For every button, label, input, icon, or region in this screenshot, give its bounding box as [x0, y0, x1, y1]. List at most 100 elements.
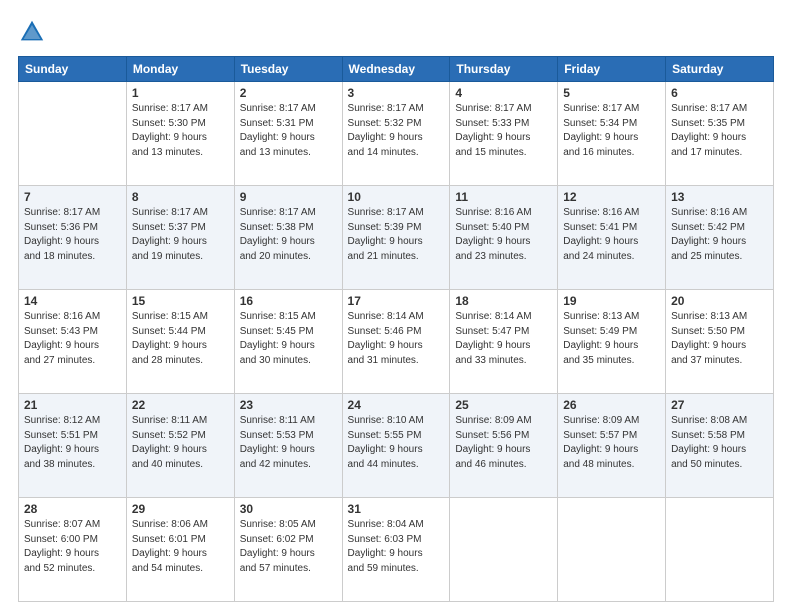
day-info: Sunrise: 8:09 AMSunset: 5:56 PMDaylight:… — [455, 414, 552, 472]
day-info: Sunrise: 8:05 AMSunset: 6:02 PMDaylight:… — [240, 518, 337, 576]
day-info: Sunrise: 8:17 AMSunset: 5:36 PMDaylight:… — [24, 206, 121, 264]
day-number: 13 — [671, 190, 768, 204]
day-info: Sunrise: 8:11 AMSunset: 5:52 PMDaylight:… — [132, 414, 229, 472]
day-number: 22 — [132, 398, 229, 412]
day-info: Sunrise: 8:08 AMSunset: 5:58 PMDaylight:… — [671, 414, 768, 472]
logo — [18, 18, 50, 46]
day-number: 21 — [24, 398, 121, 412]
calendar-cell: 17 Sunrise: 8:14 AMSunset: 5:46 PMDayligh… — [342, 290, 450, 394]
calendar-cell: 28 Sunrise: 8:07 AMSunset: 6:00 PMDayligh… — [19, 498, 127, 602]
day-number: 9 — [240, 190, 337, 204]
calendar-cell: 21 Sunrise: 8:12 AMSunset: 5:51 PMDayligh… — [19, 394, 127, 498]
calendar-cell: 5 Sunrise: 8:17 AMSunset: 5:34 PMDaylight… — [558, 82, 666, 186]
day-header-friday: Friday — [558, 57, 666, 82]
calendar-cell: 13 Sunrise: 8:16 AMSunset: 5:42 PMDayligh… — [666, 186, 774, 290]
day-info: Sunrise: 8:12 AMSunset: 5:51 PMDaylight:… — [24, 414, 121, 472]
day-number: 15 — [132, 294, 229, 308]
day-info: Sunrise: 8:17 AMSunset: 5:33 PMDaylight:… — [455, 102, 552, 160]
week-row-4: 21 Sunrise: 8:12 AMSunset: 5:51 PMDayligh… — [19, 394, 774, 498]
day-info: Sunrise: 8:14 AMSunset: 5:47 PMDaylight:… — [455, 310, 552, 368]
day-number: 3 — [348, 86, 445, 100]
calendar-cell: 3 Sunrise: 8:17 AMSunset: 5:32 PMDaylight… — [342, 82, 450, 186]
day-info: Sunrise: 8:06 AMSunset: 6:01 PMDaylight:… — [132, 518, 229, 576]
day-number: 31 — [348, 502, 445, 516]
calendar-cell: 25 Sunrise: 8:09 AMSunset: 5:56 PMDayligh… — [450, 394, 558, 498]
day-number: 30 — [240, 502, 337, 516]
week-row-5: 28 Sunrise: 8:07 AMSunset: 6:00 PMDayligh… — [19, 498, 774, 602]
day-number: 12 — [563, 190, 660, 204]
day-header-saturday: Saturday — [666, 57, 774, 82]
calendar-cell: 19Sunrise: 8:13 AMSunset: 5:49 PMDayligh… — [558, 290, 666, 394]
calendar-cell: 26 Sunrise: 8:09 AMSunset: 5:57 PMDayligh… — [558, 394, 666, 498]
calendar-cell: 11Sunrise: 8:16 AMSunset: 5:40 PMDayligh… — [450, 186, 558, 290]
day-header-sunday: Sunday — [19, 57, 127, 82]
day-info: Sunrise: 8:11 AMSunset: 5:53 PMDaylight:… — [240, 414, 337, 472]
day-info: Sunrise: 8:17 AMSunset: 5:37 PMDaylight:… — [132, 206, 229, 264]
day-info: Sunrise: 8:10 AMSunset: 5:55 PMDaylight:… — [348, 414, 445, 472]
day-info: Sunrise: 8:15 AMSunset: 5:45 PMDaylight:… — [240, 310, 337, 368]
week-row-1: 1 Sunrise: 8:17 AMSunset: 5:30 PMDaylight… — [19, 82, 774, 186]
day-number: 20 — [671, 294, 768, 308]
calendar-cell: 20 Sunrise: 8:13 AMSunset: 5:50 PMDayligh… — [666, 290, 774, 394]
header — [18, 18, 774, 46]
day-number: 11 — [455, 190, 552, 204]
day-number: 1 — [132, 86, 229, 100]
day-info: Sunrise: 8:17 AMSunset: 5:30 PMDaylight:… — [132, 102, 229, 160]
day-header-wednesday: Wednesday — [342, 57, 450, 82]
day-number: 4 — [455, 86, 552, 100]
calendar-cell: 30 Sunrise: 8:05 AMSunset: 6:02 PMDayligh… — [234, 498, 342, 602]
calendar-cell: 31 Sunrise: 8:04 AMSunset: 6:03 PMDayligh… — [342, 498, 450, 602]
calendar-cell: 22 Sunrise: 8:11 AMSunset: 5:52 PMDayligh… — [126, 394, 234, 498]
calendar-cell: 14Sunrise: 8:16 AMSunset: 5:43 PMDayligh… — [19, 290, 127, 394]
day-info: Sunrise: 8:17 AMSunset: 5:32 PMDaylight:… — [348, 102, 445, 160]
day-number: 23 — [240, 398, 337, 412]
day-number: 25 — [455, 398, 552, 412]
day-info: Sunrise: 8:17 AMSunset: 5:34 PMDaylight:… — [563, 102, 660, 160]
day-info: Sunrise: 8:16 AMSunset: 5:41 PMDaylight:… — [563, 206, 660, 264]
day-number: 26 — [563, 398, 660, 412]
calendar: SundayMondayTuesdayWednesdayThursdayFrid… — [18, 56, 774, 602]
day-number: 2 — [240, 86, 337, 100]
day-number: 8 — [132, 190, 229, 204]
day-number: 27 — [671, 398, 768, 412]
day-info: Sunrise: 8:14 AMSunset: 5:46 PMDaylight:… — [348, 310, 445, 368]
day-number: 14 — [24, 294, 121, 308]
calendar-cell: 7 Sunrise: 8:17 AMSunset: 5:36 PMDaylight… — [19, 186, 127, 290]
day-number: 6 — [671, 86, 768, 100]
week-row-3: 14Sunrise: 8:16 AMSunset: 5:43 PMDayligh… — [19, 290, 774, 394]
calendar-cell — [450, 498, 558, 602]
calendar-cell: 15 Sunrise: 8:15 AMSunset: 5:44 PMDayligh… — [126, 290, 234, 394]
calendar-cell: 1 Sunrise: 8:17 AMSunset: 5:30 PMDaylight… — [126, 82, 234, 186]
day-number: 29 — [132, 502, 229, 516]
day-number: 28 — [24, 502, 121, 516]
calendar-cell: 29 Sunrise: 8:06 AMSunset: 6:01 PMDayligh… — [126, 498, 234, 602]
calendar-cell: 8 Sunrise: 8:17 AMSunset: 5:37 PMDaylight… — [126, 186, 234, 290]
day-number: 16 — [240, 294, 337, 308]
calendar-cell: 23 Sunrise: 8:11 AMSunset: 5:53 PMDayligh… — [234, 394, 342, 498]
day-info: Sunrise: 8:09 AMSunset: 5:57 PMDaylight:… — [563, 414, 660, 472]
calendar-cell: 12 Sunrise: 8:16 AMSunset: 5:41 PMDayligh… — [558, 186, 666, 290]
calendar-cell: 16 Sunrise: 8:15 AMSunset: 5:45 PMDayligh… — [234, 290, 342, 394]
calendar-cell: 9 Sunrise: 8:17 AMSunset: 5:38 PMDaylight… — [234, 186, 342, 290]
day-number: 7 — [24, 190, 121, 204]
calendar-cell: 24 Sunrise: 8:10 AMSunset: 5:55 PMDayligh… — [342, 394, 450, 498]
calendar-cell: 6 Sunrise: 8:17 AMSunset: 5:35 PMDaylight… — [666, 82, 774, 186]
day-info: Sunrise: 8:04 AMSunset: 6:03 PMDaylight:… — [348, 518, 445, 576]
calendar-cell: 4 Sunrise: 8:17 AMSunset: 5:33 PMDaylight… — [450, 82, 558, 186]
calendar-cell — [19, 82, 127, 186]
day-number: 17 — [348, 294, 445, 308]
day-info: Sunrise: 8:16 AMSunset: 5:42 PMDaylight:… — [671, 206, 768, 264]
calendar-cell: 2Sunrise: 8:17 AMSunset: 5:31 PMDaylight… — [234, 82, 342, 186]
day-number: 5 — [563, 86, 660, 100]
day-info: Sunrise: 8:17 AMSunset: 5:38 PMDaylight:… — [240, 206, 337, 264]
day-number: 24 — [348, 398, 445, 412]
calendar-cell: 18Sunrise: 8:14 AMSunset: 5:47 PMDayligh… — [450, 290, 558, 394]
calendar-cell: 10Sunrise: 8:17 AMSunset: 5:39 PMDayligh… — [342, 186, 450, 290]
day-info: Sunrise: 8:07 AMSunset: 6:00 PMDaylight:… — [24, 518, 121, 576]
day-info: Sunrise: 8:15 AMSunset: 5:44 PMDaylight:… — [132, 310, 229, 368]
day-info: Sunrise: 8:17 AMSunset: 5:39 PMDaylight:… — [348, 206, 445, 264]
day-info: Sunrise: 8:13 AMSunset: 5:50 PMDaylight:… — [671, 310, 768, 368]
day-info: Sunrise: 8:17 AMSunset: 5:35 PMDaylight:… — [671, 102, 768, 160]
page: SundayMondayTuesdayWednesdayThursdayFrid… — [0, 0, 792, 612]
logo-icon — [18, 18, 46, 46]
